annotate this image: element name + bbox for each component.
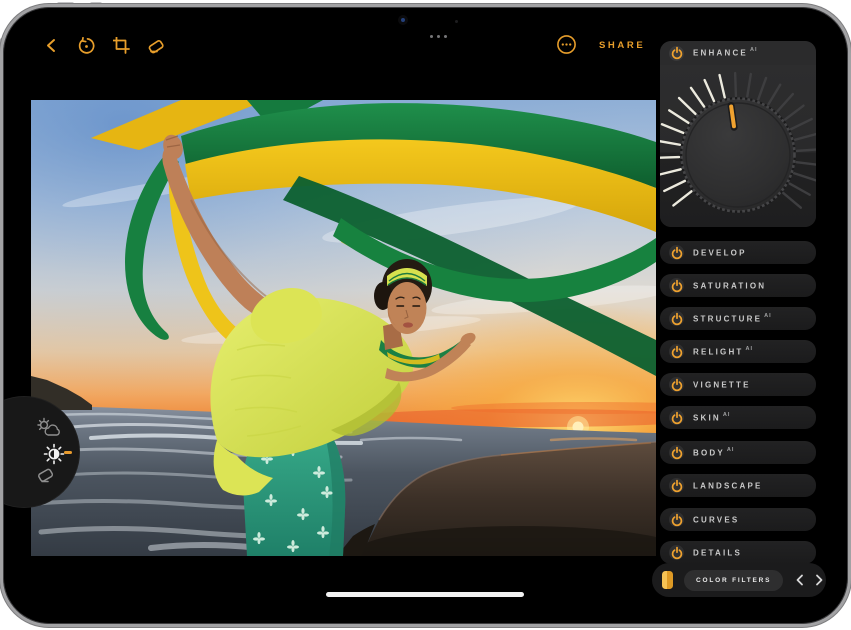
brightness-adjust-icon-selected[interactable] — [42, 442, 66, 466]
front-camera — [398, 15, 408, 25]
tool-row-details[interactable]: DETAILS — [660, 541, 816, 564]
power-icon[interactable] — [669, 278, 684, 293]
knob-indicator — [731, 105, 734, 127]
home-indicator[interactable] — [326, 592, 524, 597]
tool-row-structure[interactable]: STRUCTUREAI — [660, 307, 816, 330]
retouch-eraser-icon[interactable] — [146, 38, 166, 55]
mic-dot — [455, 20, 458, 23]
power-icon[interactable] — [669, 478, 684, 493]
next-filter-icon[interactable] — [815, 574, 824, 586]
light-adjust-icon[interactable] — [36, 417, 63, 439]
power-icon[interactable] — [669, 445, 684, 460]
power-icon[interactable] — [669, 377, 684, 392]
color-filters-button[interactable]: COLOR FILTERS — [684, 570, 783, 591]
prev-filter-icon[interactable] — [795, 574, 804, 586]
tool-row-saturation[interactable]: SATURATION — [660, 274, 816, 297]
more-options-icon[interactable] — [556, 34, 577, 55]
crop-icon[interactable] — [113, 37, 130, 54]
selected-tool-tick — [64, 451, 72, 454]
enhance-header[interactable]: ENHANCEAI — [660, 41, 816, 65]
color-filters-bar: COLOR FILTERS — [652, 563, 826, 597]
power-icon[interactable] — [669, 245, 684, 260]
eraser-filter-icon[interactable] — [35, 465, 58, 485]
multitask-indicator-icon[interactable] — [430, 35, 447, 38]
tool-row-develop[interactable]: DEVELOP — [660, 241, 816, 264]
color-filter-swatch-icon[interactable] — [662, 571, 673, 589]
tool-row-relight[interactable]: RELIGHTAI — [660, 340, 816, 363]
power-icon[interactable] — [669, 512, 684, 527]
tool-row-vignette[interactable]: VIGNETTE — [660, 373, 816, 396]
undo-icon[interactable] — [77, 37, 96, 56]
power-icon[interactable] — [669, 410, 684, 425]
power-icon[interactable] — [669, 344, 684, 359]
tool-row-curves[interactable]: CURVES — [660, 508, 816, 531]
tool-row-landscape[interactable]: LANDSCAPE — [660, 474, 816, 497]
tool-row-body[interactable]: BODYAI — [660, 441, 816, 464]
photo-canvas[interactable] — [31, 100, 656, 556]
app-screen: SHARE — [3, 7, 848, 624]
power-icon[interactable] — [669, 311, 684, 326]
enhance-knob[interactable] — [660, 65, 816, 227]
enhance-card: ENHANCEAI — [660, 41, 816, 227]
power-icon[interactable] — [669, 46, 684, 61]
tool-row-skin[interactable]: SKINAI — [660, 406, 816, 429]
back-icon[interactable] — [45, 38, 57, 53]
ipad-device: SHARE — [0, 0, 851, 630]
power-icon[interactable] — [669, 545, 684, 560]
enhance-label: ENHANCEAI — [693, 48, 757, 58]
share-button[interactable]: SHARE — [599, 40, 645, 51]
